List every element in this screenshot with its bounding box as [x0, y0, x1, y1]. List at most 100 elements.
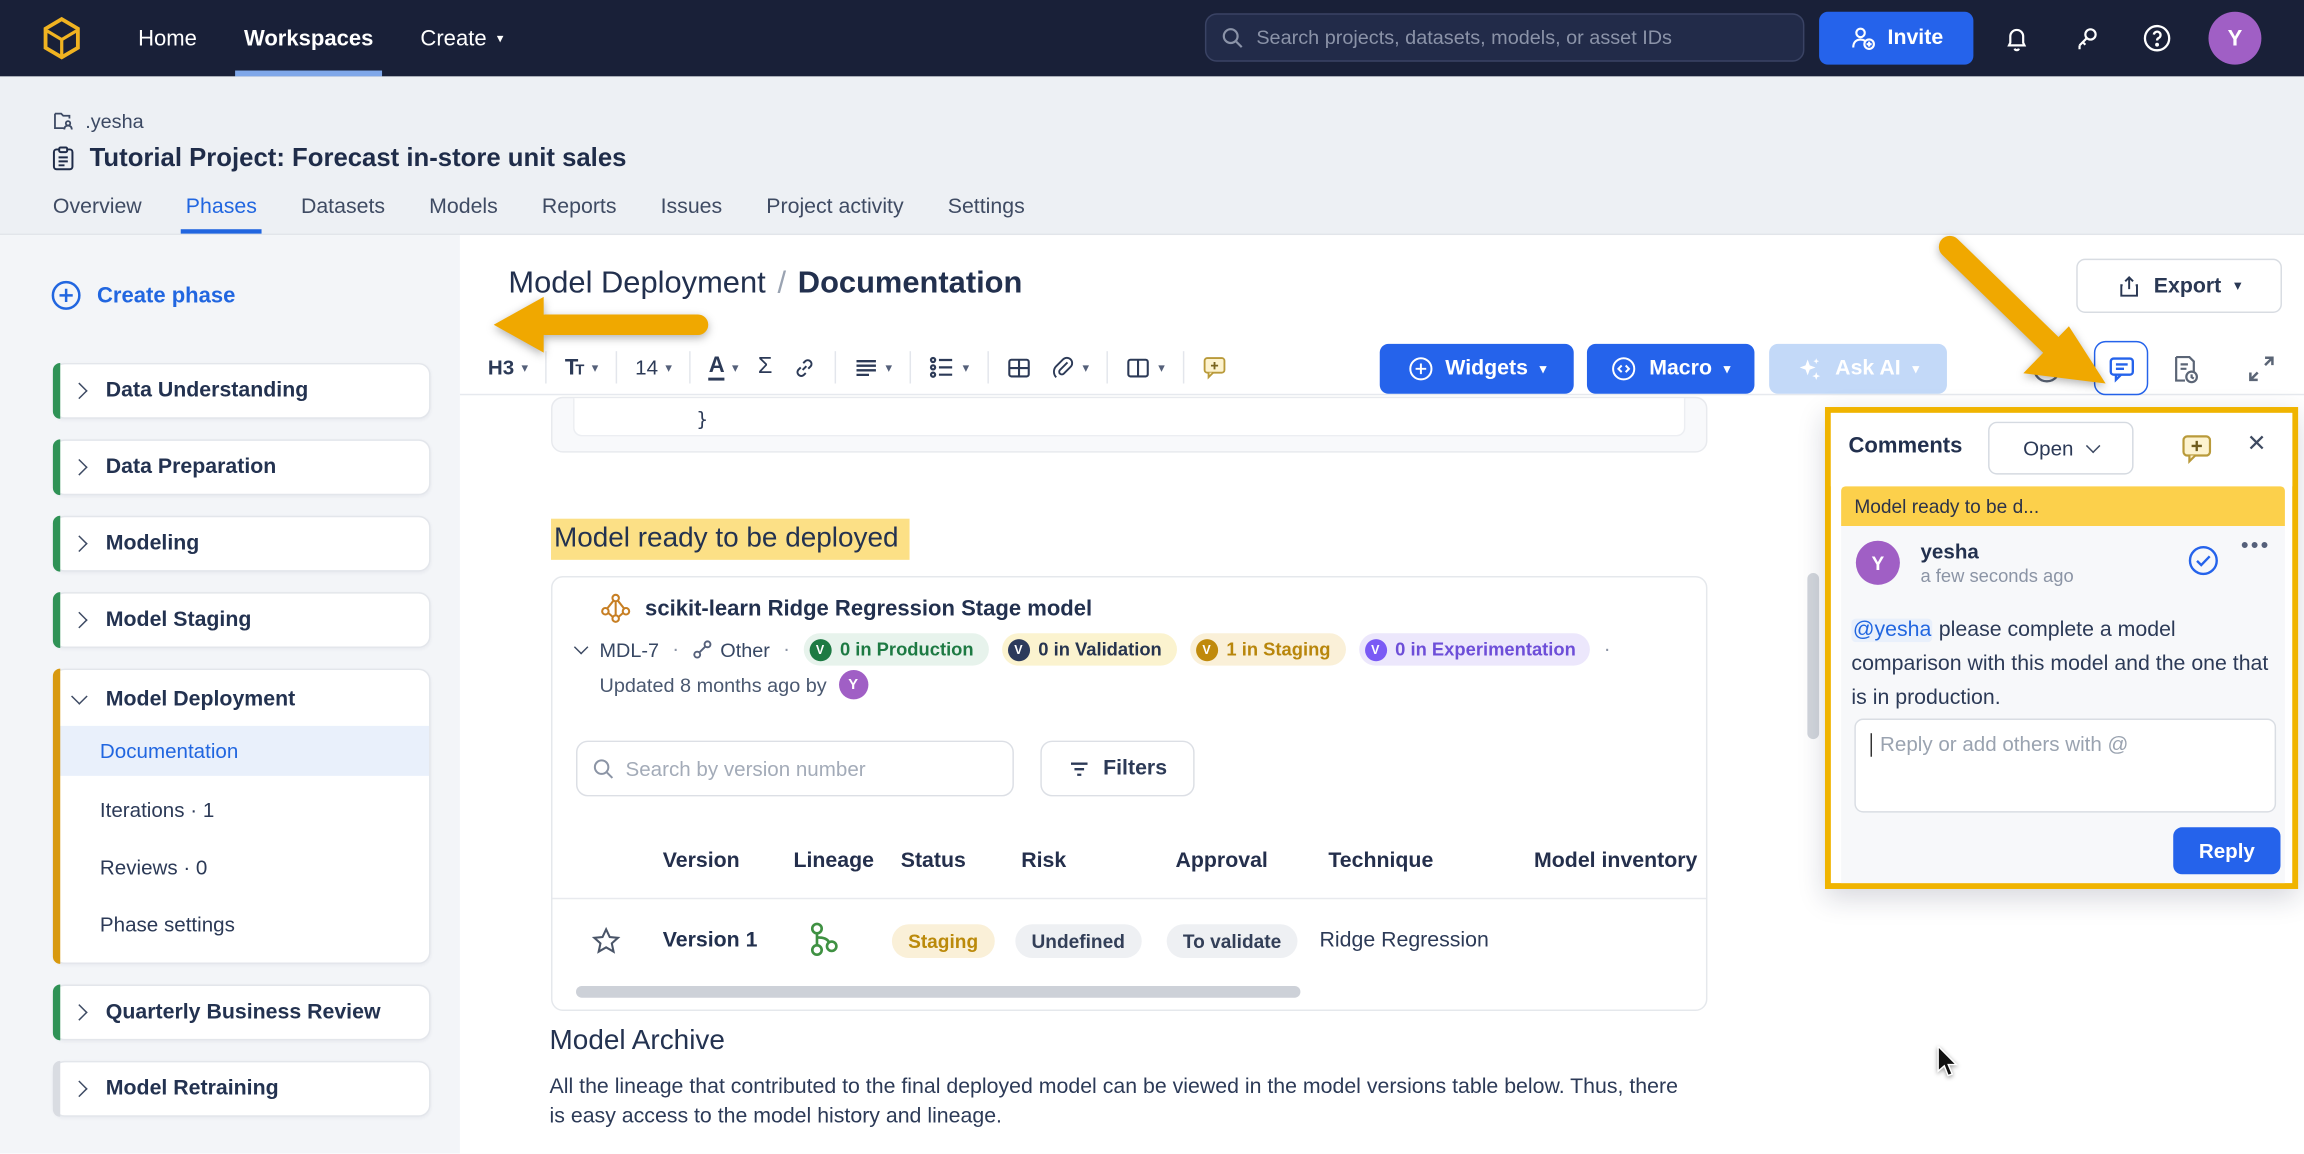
model-icon — [600, 592, 632, 624]
add-comment-icon[interactable] — [2179, 431, 2214, 474]
comment-author: yesha — [1920, 539, 1978, 563]
phase-model-staging[interactable]: Model Staging — [53, 592, 431, 648]
filters-button[interactable]: Filters — [1040, 741, 1194, 797]
version-search[interactable] — [576, 741, 1014, 797]
layout-columns-button[interactable]: ▾ — [1120, 350, 1171, 384]
help-icon[interactable] — [2139, 21, 2174, 56]
search-icon — [1221, 26, 1243, 48]
mention-link[interactable]: @yesha — [1851, 619, 1932, 643]
vectice-logo-icon[interactable] — [38, 15, 85, 69]
global-search[interactable] — [1205, 13, 1805, 61]
tab-reports[interactable]: Reports — [542, 195, 617, 233]
person-plus-icon — [1849, 25, 1875, 51]
global-search-input[interactable] — [1256, 26, 1788, 48]
tab-models[interactable]: Models — [429, 195, 498, 233]
versions-table-header: Version Lineage Status Risk Approval Tec… — [552, 849, 1707, 887]
widgets-button[interactable]: Widgets▾ — [1380, 344, 1574, 394]
more-options-icon[interactable]: ••• — [2241, 533, 2271, 558]
ask-ai-button[interactable]: Ask AI▾ — [1769, 344, 1947, 394]
comment-context-snippet[interactable]: Model ready to be d... — [1841, 486, 2285, 526]
link-icon[interactable] — [786, 350, 823, 384]
chevron-down-icon: ▾ — [497, 32, 504, 45]
horizontal-scrollbar[interactable] — [576, 986, 1300, 998]
sidebar-item-iterations[interactable]: Iterations · 1 — [54, 782, 429, 839]
user-avatar[interactable]: Y — [2208, 12, 2261, 65]
chevron-down-icon[interactable] — [574, 639, 589, 654]
formula-icon[interactable]: Σ — [752, 350, 778, 385]
phase-model-retraining[interactable]: Model Retraining — [53, 1061, 431, 1117]
chevron-down-icon: ▾ — [2234, 279, 2241, 292]
badge-production[interactable]: V0 in Production — [803, 633, 988, 665]
vertical-scrollbar[interactable] — [1807, 573, 1819, 739]
sidebar-item-phase-settings[interactable]: Phase settings — [54, 896, 429, 953]
badge-staging[interactable]: V1 in Staging — [1190, 633, 1346, 665]
search-icon — [592, 757, 614, 781]
text-color-button[interactable]: A▾ — [703, 350, 745, 385]
code-block-widget[interactable]: } — [551, 397, 1707, 453]
key-icon[interactable] — [2069, 21, 2104, 56]
comments-panel-toggle-icon[interactable] — [2094, 341, 2148, 395]
attachment-button[interactable]: ▾ — [1044, 350, 1095, 384]
plus-circle-icon — [1407, 356, 1433, 382]
lineage-icon[interactable] — [805, 899, 843, 981]
resolve-check-icon[interactable] — [2186, 544, 2220, 585]
project-tabs: Overview Phases Datasets Models Reports … — [53, 195, 1025, 233]
avatar[interactable]: Y — [838, 670, 867, 699]
sparkle-icon — [1797, 356, 1823, 382]
nav-home[interactable]: Home — [138, 0, 197, 76]
report-history-icon[interactable] — [2164, 348, 2205, 389]
dot-separator — [672, 636, 679, 662]
workspace-icon — [53, 110, 75, 132]
phase-quarterly-business-review[interactable]: Quarterly Business Review — [53, 984, 431, 1040]
list-button[interactable]: ▾ — [923, 350, 975, 385]
project-title: Tutorial Project: Forecast in-store unit… — [90, 143, 627, 174]
model-updated-row: Updated 8 months ago by Y — [600, 670, 868, 699]
reply-input[interactable]: Reply or add others with @ — [1854, 719, 2276, 813]
model-title-link[interactable]: scikit-learn Ridge Regression Stage mode… — [645, 596, 1092, 621]
info-icon[interactable] — [2026, 348, 2067, 389]
table-row[interactable]: Version 1 Staging Undefined To validate … — [552, 899, 1707, 981]
filter-icon — [1068, 757, 1090, 779]
invite-button[interactable]: Invite — [1819, 12, 1973, 65]
macro-button[interactable]: Macro▾ — [1587, 344, 1755, 394]
badge-validation[interactable]: V0 in Validation — [1002, 633, 1177, 665]
comments-filter-dropdown[interactable]: Open — [1988, 422, 2133, 475]
heading-style-button[interactable]: H3▾ — [482, 351, 534, 383]
tab-phases[interactable]: Phases — [186, 195, 257, 233]
sidebar-item-reviews[interactable]: Reviews · 0 — [54, 839, 429, 896]
tab-overview[interactable]: Overview — [53, 195, 142, 233]
add-comment-icon[interactable] — [1196, 350, 1234, 385]
tab-settings[interactable]: Settings — [948, 195, 1025, 233]
tab-issues[interactable]: Issues — [661, 195, 723, 233]
top-navbar: Home Workspaces Create▾ Invite Y — [0, 0, 2304, 76]
export-button[interactable]: Export▾ — [2076, 259, 2282, 313]
nav-create[interactable]: Create▾ — [420, 0, 503, 76]
table-icon[interactable] — [1000, 350, 1037, 384]
close-icon[interactable]: ✕ — [2247, 429, 2267, 458]
phase-data-preparation[interactable]: Data Preparation — [53, 439, 431, 495]
badge-experimentation[interactable]: V0 in Experimentation — [1358, 633, 1590, 665]
reply-button[interactable]: Reply — [2173, 827, 2280, 874]
version-cell[interactable]: Version 1 — [663, 899, 758, 981]
phase-model-deployment[interactable]: Model Deployment Documentation Iteration… — [53, 669, 431, 964]
text-style-button[interactable]: TT▾ — [559, 350, 604, 384]
font-size-button[interactable]: 14▾ — [629, 351, 678, 383]
phase-data-understanding[interactable]: Data Understanding — [53, 363, 431, 419]
favorite-star-icon[interactable] — [591, 899, 622, 981]
code-editor — [573, 397, 1685, 437]
tab-datasets[interactable]: Datasets — [301, 195, 385, 233]
fullscreen-icon[interactable] — [2241, 348, 2282, 389]
workspace-name[interactable]: .yesha — [85, 110, 143, 132]
breadcrumb[interactable]: .yesha — [53, 110, 144, 132]
comment-text: @yesha please complete a model compariso… — [1851, 614, 2280, 715]
create-phase-button[interactable]: Create phase — [50, 279, 235, 311]
model-widget-card: scikit-learn Ridge Regression Stage mode… — [551, 576, 1707, 1011]
phase-modeling[interactable]: Modeling — [53, 516, 431, 572]
tab-project-activity[interactable]: Project activity — [766, 195, 903, 233]
version-search-input[interactable] — [626, 757, 998, 781]
chevron-down-icon — [71, 687, 88, 704]
nav-workspaces[interactable]: Workspaces — [244, 0, 373, 76]
sidebar-item-documentation[interactable]: Documentation — [54, 726, 429, 776]
align-button[interactable]: ▾ — [847, 350, 898, 384]
notifications-bell-icon[interactable] — [1998, 21, 2033, 56]
